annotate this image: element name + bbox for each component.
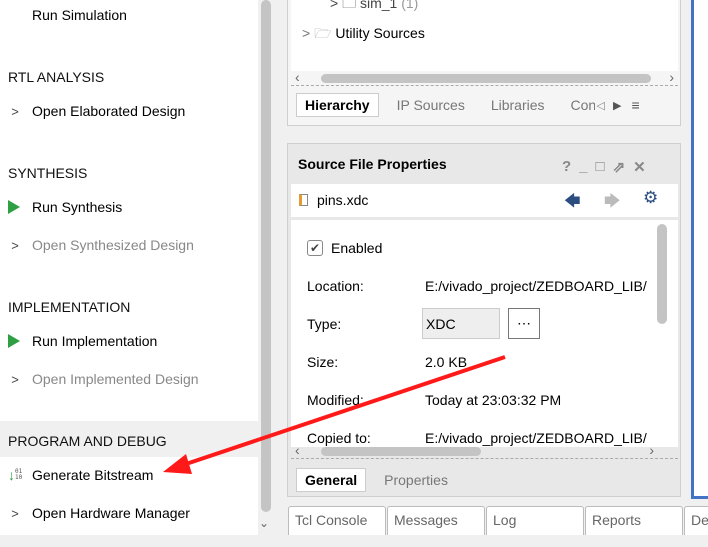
annotation-arrow xyxy=(163,355,506,474)
arrow-head xyxy=(163,454,192,474)
arrow-shaft xyxy=(179,355,506,468)
